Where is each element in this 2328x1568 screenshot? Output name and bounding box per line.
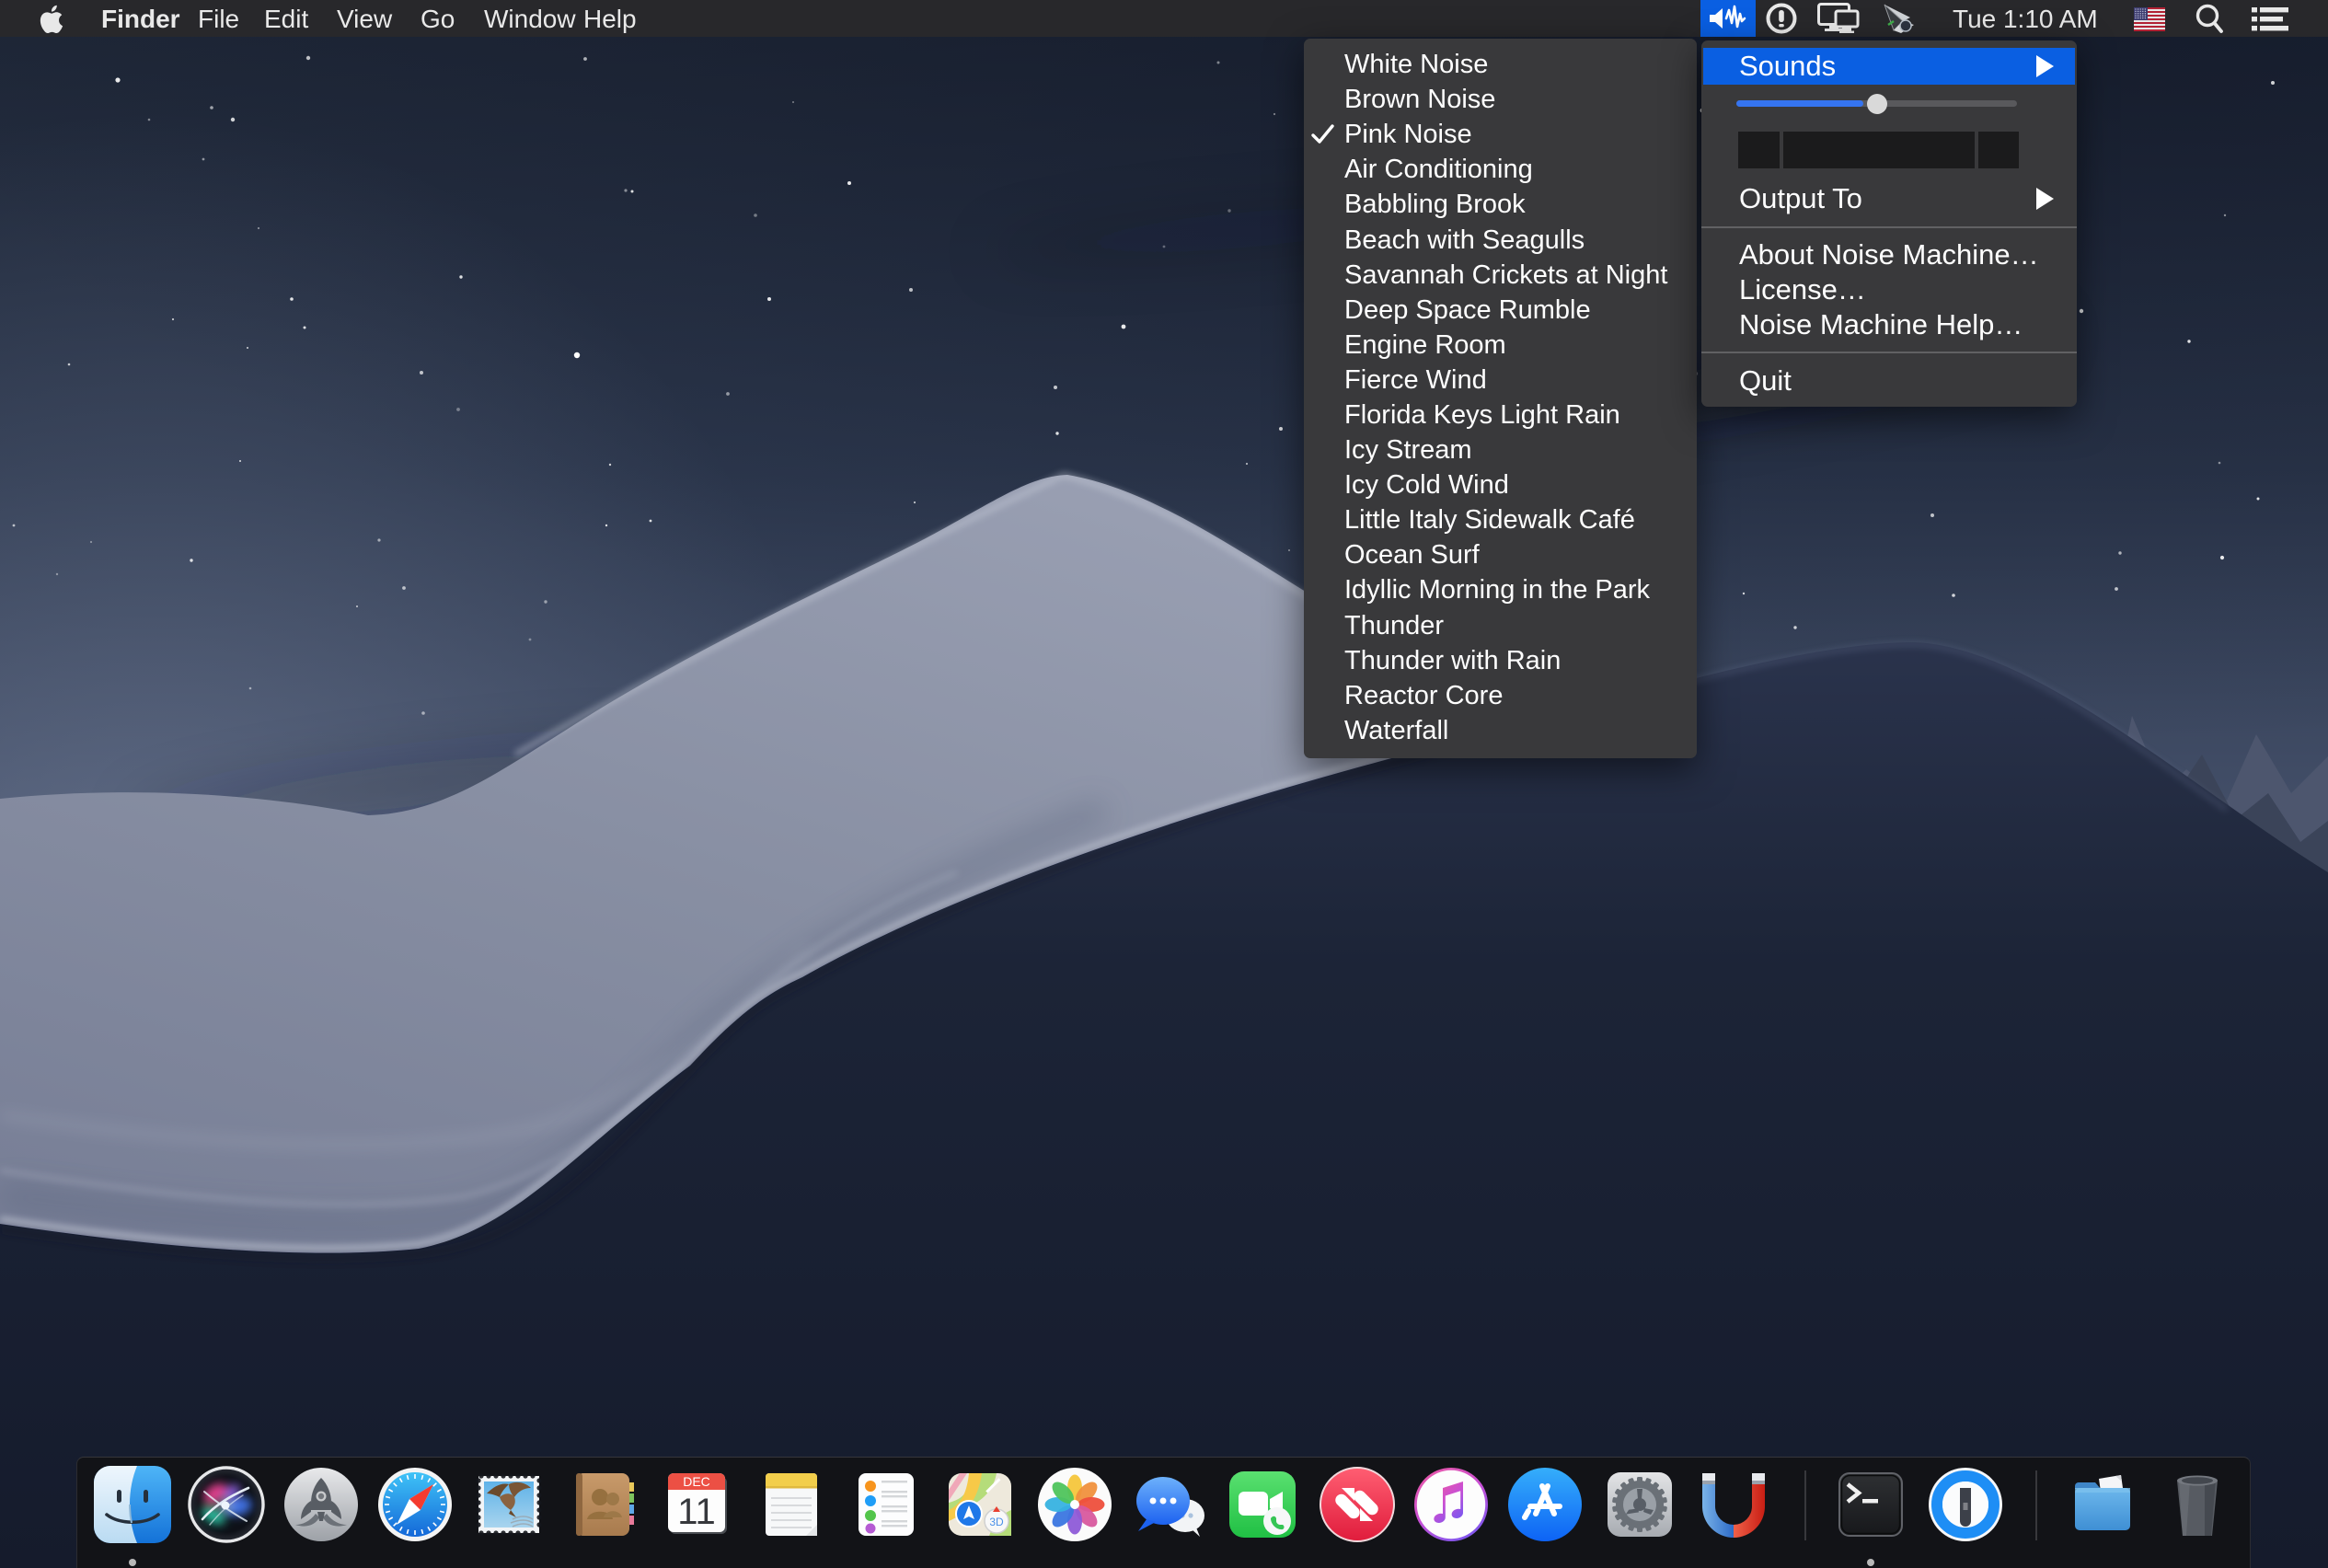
svg-text:11: 11 <box>677 1492 716 1532</box>
svg-text:DEC: DEC <box>683 1474 710 1489</box>
svg-text:3D: 3D <box>989 1516 1004 1528</box>
